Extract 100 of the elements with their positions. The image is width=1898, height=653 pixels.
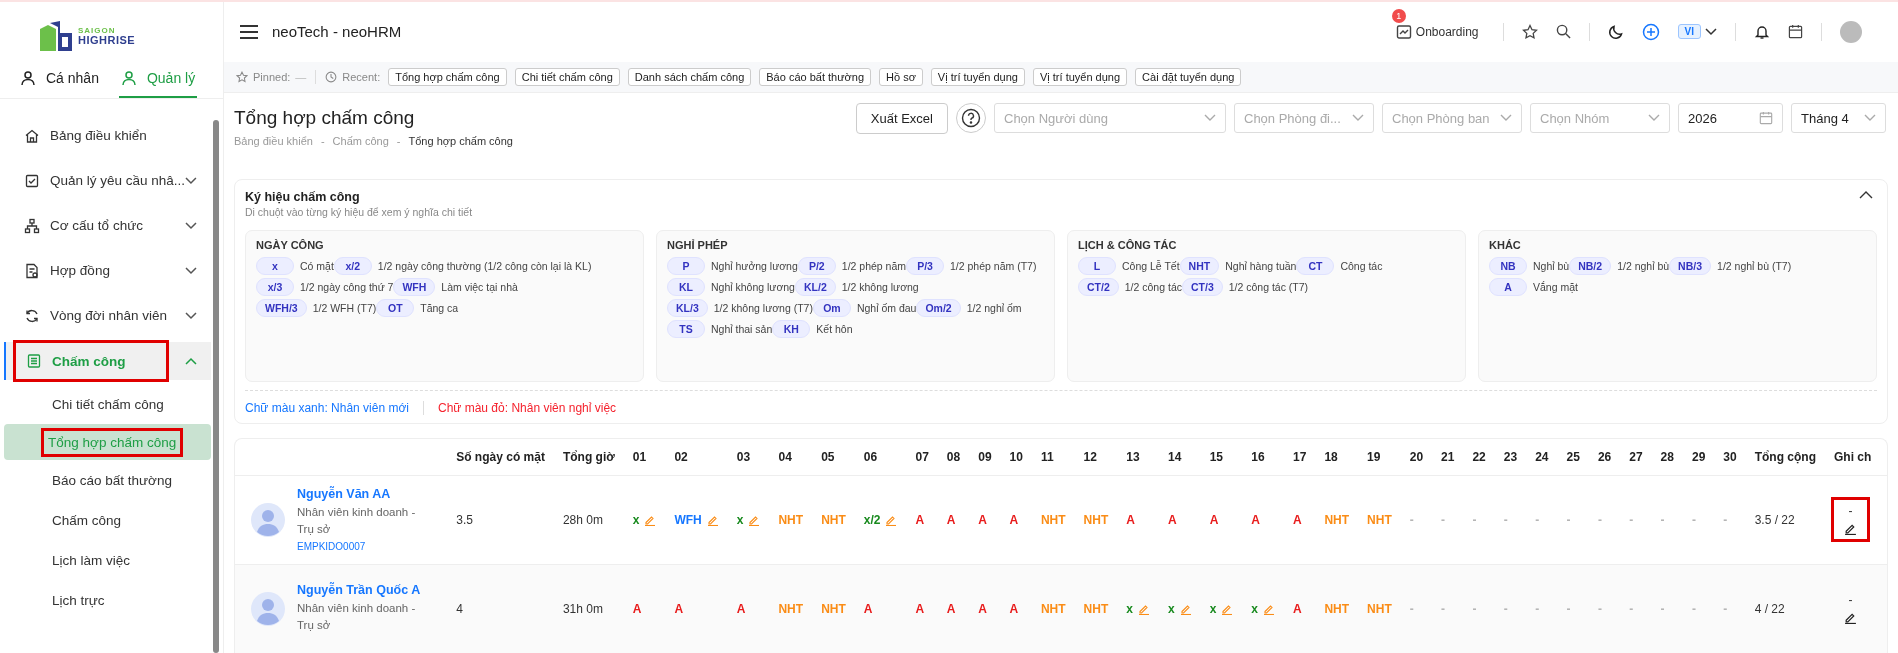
avatar-icon xyxy=(251,591,285,626)
sidebar-item[interactable]: Quản lý yêu cầu nhâ... xyxy=(4,158,211,203)
attendance-code: A xyxy=(1167,512,1177,527)
symbol-chip[interactable]: P xyxy=(667,256,705,275)
chevron-down-icon[interactable] xyxy=(1705,27,1717,36)
menu-label: Cơ cấu tổ chức xyxy=(50,218,143,233)
attendance-code: - xyxy=(1691,601,1696,616)
submenu-item[interactable]: Lịch trực xyxy=(4,580,211,620)
symbol-meaning: 1/2 nghỉ bù xyxy=(1617,259,1670,272)
symbol-chip[interactable]: KH xyxy=(772,319,811,338)
symbol-chip[interactable]: WFH xyxy=(393,277,436,296)
attendance-code: - xyxy=(1723,512,1728,527)
submenu-item[interactable]: Báo cáo bất thường xyxy=(4,460,211,500)
edit-icon[interactable] xyxy=(1844,611,1857,625)
attendance-code: - xyxy=(1566,512,1571,527)
symbol-meaning: Nghỉ hưởng lương xyxy=(711,259,798,272)
symbol-chip[interactable]: OT xyxy=(376,298,415,317)
person-icon xyxy=(20,70,36,86)
column-header: 18 xyxy=(1324,449,1338,464)
recent-page-link[interactable]: Cài đặt tuyển dụng xyxy=(1135,67,1242,86)
symbol-chip[interactable]: L xyxy=(1078,256,1116,275)
symbol-chip[interactable]: KL xyxy=(667,277,705,296)
symbol-chip[interactable]: NB xyxy=(1489,256,1527,275)
year-picker[interactable]: 2026 xyxy=(1678,103,1783,134)
column-header: 25 xyxy=(1566,449,1580,464)
symbol-chip[interactable]: Om/2 xyxy=(916,298,961,317)
symbol-chip[interactable]: P/3 xyxy=(906,256,944,275)
attendance-code: x/2 xyxy=(863,512,881,527)
symbol-chip[interactable]: P/2 xyxy=(797,256,836,275)
sidebar-tab[interactable]: Quản lý xyxy=(118,64,198,98)
symbol-chip[interactable]: KL/2 xyxy=(794,277,836,296)
symbol-meaning: Nghỉ hàng tuần xyxy=(1225,259,1297,272)
edit-icon[interactable] xyxy=(1844,522,1857,536)
column-header: 15 xyxy=(1209,449,1223,464)
chevron-down-icon xyxy=(1352,114,1364,123)
recent-page-link[interactable]: Báo cáo bất thường xyxy=(759,67,871,86)
star-icon[interactable] xyxy=(1521,23,1538,40)
group-title: NGHỈ PHÉP xyxy=(667,238,729,251)
chevron-up-icon[interactable] xyxy=(1859,189,1873,199)
sidebar-item[interactable]: Bảng điều khiển xyxy=(4,113,211,158)
sidebar-item[interactable]: Cơ cấu tổ chức xyxy=(4,203,211,248)
attendance-code: A xyxy=(1293,512,1302,527)
submenu-item[interactable]: Chấm công xyxy=(4,500,211,540)
moon-icon[interactable] xyxy=(1607,23,1624,40)
language-button[interactable]: VI xyxy=(1677,24,1701,40)
recent-page-link[interactable]: Vị trí tuyển dụng xyxy=(1032,67,1128,86)
sidebar-item[interactable]: Vòng đời nhân viên xyxy=(4,293,211,338)
recent-page-link[interactable]: Danh sách chấm công xyxy=(627,67,752,86)
recent-page-link[interactable]: Hồ sơ xyxy=(879,67,923,86)
symbol-chip[interactable]: Om xyxy=(812,298,851,317)
symbol-chip[interactable]: NB/3 xyxy=(1669,256,1712,275)
attendance-code: - xyxy=(1503,601,1508,616)
symbol-chip[interactable]: TS xyxy=(667,319,705,338)
column-header: 30 xyxy=(1723,449,1737,464)
onboarding-button[interactable]: Onboarding xyxy=(1389,22,1485,41)
recent-page-link[interactable]: Vị trí tuyển dụng xyxy=(930,67,1025,86)
column-header: 14 xyxy=(1167,449,1182,464)
select-field[interactable]: Tháng 4 xyxy=(1791,103,1886,134)
group-title: KHÁC xyxy=(1489,238,1522,251)
attendance-code: x xyxy=(632,512,640,527)
attendance-code: A xyxy=(946,512,956,527)
symbol-chip[interactable]: NHT xyxy=(1179,256,1220,275)
symbol-chip[interactable]: CT/3 xyxy=(1182,277,1223,296)
recent-page-link[interactable]: Chi tiết chấm công xyxy=(514,67,620,86)
symbol-chip[interactable]: NB/2 xyxy=(1569,256,1612,275)
symbol-chip[interactable]: KL/3 xyxy=(667,298,708,317)
attendance-code: - xyxy=(1441,512,1446,527)
symbol-chip[interactable]: x/2 xyxy=(333,256,372,275)
symbol-chip[interactable]: A xyxy=(1489,277,1527,296)
attendance-code: NHT xyxy=(1040,601,1066,616)
chevron-down-icon xyxy=(1648,114,1660,123)
employee-name[interactable]: Nguyễn Văn AA xyxy=(297,486,427,501)
pinned-label: Pinned: xyxy=(253,70,291,83)
help-button[interactable] xyxy=(956,103,986,134)
submenu-item[interactable]: Chi tiết chấm công xyxy=(4,384,211,424)
recent-page-link[interactable]: Tổng hợp chấm công xyxy=(388,67,507,86)
table-cell: - xyxy=(1848,593,1853,608)
sidebar-item[interactable]: Hợp đồng xyxy=(4,248,211,293)
symbol-chip[interactable]: x/3 xyxy=(256,277,294,296)
column-header: 27 xyxy=(1629,449,1643,464)
attendance-code: NHT xyxy=(821,512,846,527)
symbol-chip[interactable]: CT xyxy=(1296,256,1335,275)
search-icon[interactable] xyxy=(1555,24,1571,40)
menu-label: Hợp đồng xyxy=(50,263,110,278)
bell-icon[interactable] xyxy=(1754,23,1770,40)
symbol-meaning: Làm việc tại nhà xyxy=(441,280,518,293)
employee-name[interactable]: Nguyễn Trần Quốc A xyxy=(297,582,427,597)
symbol-chip[interactable]: CT/2 xyxy=(1078,277,1119,296)
group-title: LỊCH & CÔNG TÁC xyxy=(1078,238,1178,251)
symbol-chip[interactable]: x xyxy=(256,256,294,275)
symbol-chip[interactable]: WFH/3 xyxy=(256,298,307,317)
attendance-code: - xyxy=(1629,512,1634,527)
sidebar-tab[interactable]: Cá nhân xyxy=(18,64,101,98)
symbol-meaning: 1/2 phép năm xyxy=(841,259,906,272)
attendance-code: NHT xyxy=(1367,601,1392,616)
submenu-item[interactable]: Lịch làm việc xyxy=(4,540,211,580)
add-icon[interactable] xyxy=(1641,22,1660,41)
calendar-icon[interactable] xyxy=(1788,24,1803,40)
export-excel-button[interactable]: Xuất Excel xyxy=(855,102,948,134)
column-header: 19 xyxy=(1367,449,1381,464)
